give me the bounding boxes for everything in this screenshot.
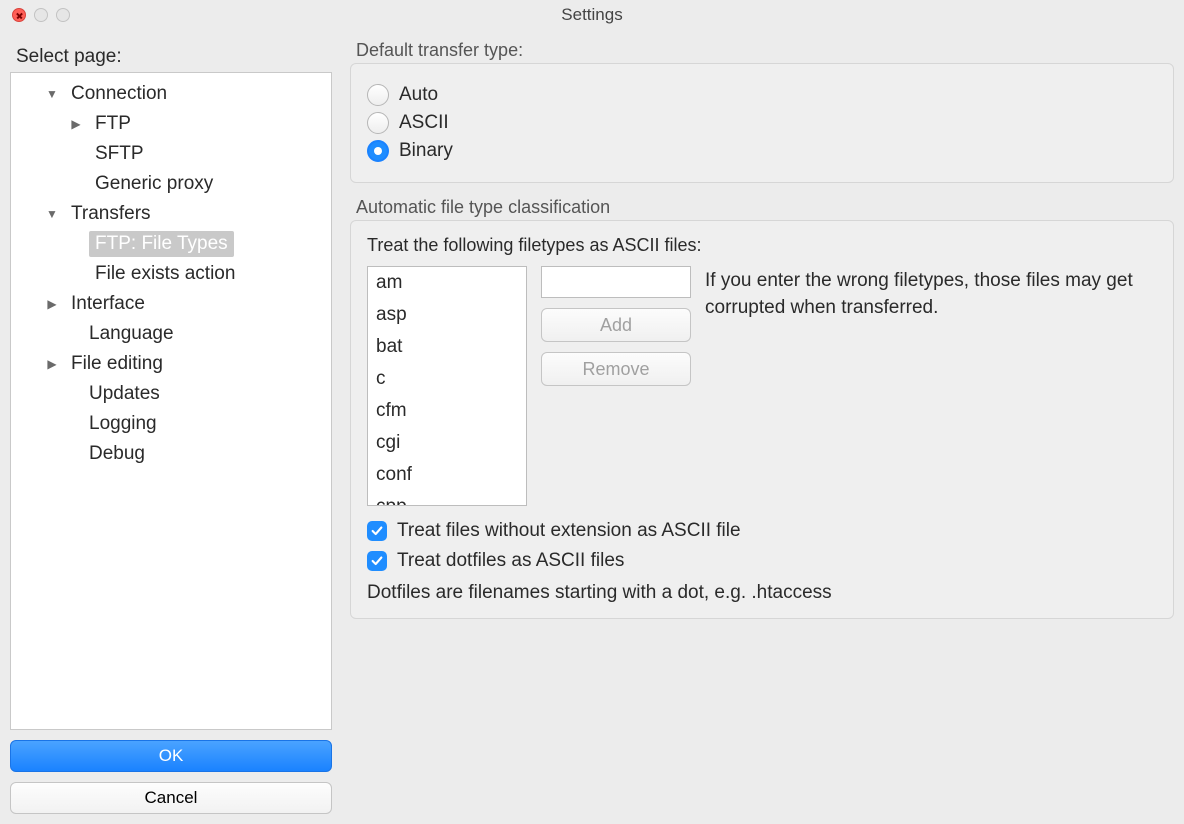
tree-item-updates[interactable]: Updates — [11, 379, 331, 409]
chevron-right-icon[interactable]: ▶ — [43, 357, 61, 371]
tree-item-language[interactable]: Language — [11, 319, 331, 349]
auto-class-group: Treat the following filetypes as ASCII f… — [350, 220, 1174, 619]
radio-label: Binary — [399, 140, 453, 162]
tree-item-logging[interactable]: Logging — [11, 409, 331, 439]
cancel-button[interactable]: Cancel — [10, 782, 332, 814]
chevron-right-icon[interactable]: ▶ — [67, 117, 85, 131]
list-item[interactable]: asp — [368, 299, 526, 331]
tree-item-interface[interactable]: ▶Interface — [11, 289, 331, 319]
transfer-type-group: Auto ASCII Binary — [350, 63, 1174, 183]
list-item[interactable]: cgi — [368, 427, 526, 459]
chevron-down-icon[interactable]: ▼ — [43, 87, 61, 101]
radio-icon — [367, 112, 389, 134]
remove-button[interactable]: Remove — [541, 352, 691, 386]
tree-item-transfers[interactable]: ▼Transfers — [11, 199, 331, 229]
checkbox-dotfiles[interactable]: Treat dotfiles as ASCII files — [367, 550, 1157, 572]
tree-item-connection[interactable]: ▼Connection — [11, 79, 331, 109]
close-icon[interactable] — [12, 8, 26, 22]
radio-label: Auto — [399, 84, 438, 106]
ok-button[interactable]: OK — [10, 740, 332, 772]
radio-binary[interactable]: Binary — [367, 140, 1157, 162]
zoom-icon — [56, 8, 70, 22]
tree-item-sftp[interactable]: SFTP — [11, 139, 331, 169]
tree-item-ftp-file-types[interactable]: FTP: File Types — [11, 229, 331, 259]
radio-icon — [367, 140, 389, 162]
dotfiles-note: Dotfiles are filenames starting with a d… — [367, 582, 1157, 604]
chevron-down-icon[interactable]: ▼ — [43, 207, 61, 221]
checkbox-label: Treat files without extension as ASCII f… — [397, 520, 741, 542]
checkbox-icon — [367, 521, 387, 541]
radio-label: ASCII — [399, 112, 449, 134]
checkbox-noext[interactable]: Treat files without extension as ASCII f… — [367, 520, 1157, 542]
sidebar: Select page: ▼Connection ▶FTP SFTP Gener… — [10, 40, 332, 814]
settings-panel: Default transfer type: Auto ASCII Binary… — [350, 40, 1174, 814]
list-item[interactable]: am — [368, 267, 526, 299]
page-tree[interactable]: ▼Connection ▶FTP SFTP Generic proxy ▼Tra… — [10, 72, 332, 730]
radio-ascii[interactable]: ASCII — [367, 112, 1157, 134]
minimize-icon — [34, 8, 48, 22]
add-button[interactable]: Add — [541, 308, 691, 342]
auto-class-heading: Treat the following filetypes as ASCII f… — [367, 235, 1157, 256]
tree-item-ftp[interactable]: ▶FTP — [11, 109, 331, 139]
transfer-type-label: Default transfer type: — [356, 40, 1174, 61]
checkbox-icon — [367, 551, 387, 571]
tree-item-file-exists-action[interactable]: File exists action — [11, 259, 331, 289]
tree-item-debug[interactable]: Debug — [11, 439, 331, 469]
auto-class-label: Automatic file type classification — [356, 197, 1174, 218]
window-controls — [12, 8, 70, 22]
filetypes-listbox[interactable]: am asp bat c cfm cgi conf cpp — [367, 266, 527, 506]
list-item[interactable]: bat — [368, 331, 526, 363]
filetype-hint: If you enter the wrong filetypes, those … — [705, 268, 1157, 506]
list-item[interactable]: c — [368, 363, 526, 395]
filetype-input[interactable] — [541, 266, 691, 298]
window-title: Settings — [0, 5, 1184, 25]
list-item[interactable]: cpp — [368, 491, 526, 506]
tree-item-generic-proxy[interactable]: Generic proxy — [11, 169, 331, 199]
list-item[interactable]: conf — [368, 459, 526, 491]
titlebar: Settings — [0, 0, 1184, 30]
tree-item-file-editing[interactable]: ▶File editing — [11, 349, 331, 379]
sidebar-label: Select page: — [16, 46, 332, 68]
list-item[interactable]: cfm — [368, 395, 526, 427]
checkbox-label: Treat dotfiles as ASCII files — [397, 550, 624, 572]
radio-auto[interactable]: Auto — [367, 84, 1157, 106]
radio-icon — [367, 84, 389, 106]
chevron-right-icon[interactable]: ▶ — [43, 297, 61, 311]
